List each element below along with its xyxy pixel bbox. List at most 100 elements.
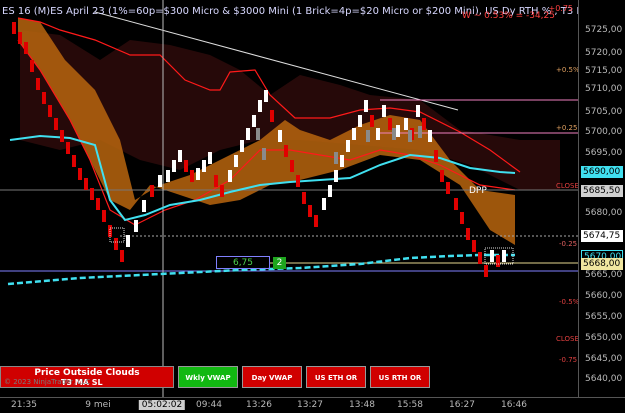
up-brick (228, 170, 232, 182)
y-tick: 5700,00 (585, 127, 623, 137)
wkly-vwap-button[interactable]: Wkly VWAP (178, 366, 238, 388)
level-plus-0-25: +0.25 (556, 124, 577, 132)
up-brick (208, 152, 212, 164)
up-brick (490, 250, 494, 262)
y-tick: 5715,00 (585, 66, 623, 76)
price-chart-area[interactable] (0, 0, 578, 397)
gray-brick (392, 128, 396, 140)
copyright-text: © 2023 NinjaTrader, LLC (4, 378, 91, 386)
down-brick (190, 170, 194, 182)
up-brick (234, 155, 238, 167)
down-brick (466, 228, 470, 240)
chart-canvas (0, 0, 578, 397)
down-brick (66, 142, 70, 154)
up-brick (358, 115, 362, 127)
y-tick: 5665,00 (585, 270, 623, 280)
level-plus-0-25-text: +0.25 (556, 124, 578, 132)
down-brick (42, 92, 46, 104)
down-brick (84, 178, 88, 190)
up-brick (376, 128, 380, 140)
up-brick (382, 105, 386, 117)
level-plus-0-5-text: +0.5% (556, 66, 580, 74)
y-tick: 5710,00 (585, 84, 623, 94)
x-tick-selected: 05:02:02 (138, 400, 186, 410)
down-brick (496, 255, 500, 267)
up-brick (396, 125, 400, 137)
y-tick: 5695,00 (585, 148, 623, 158)
down-brick (120, 250, 124, 262)
up-brick (404, 118, 408, 130)
pnl-readout: W ~ 0.53% = -34,25 (461, 11, 555, 21)
up-brick (258, 100, 262, 112)
up-brick (246, 128, 250, 140)
down-brick (388, 118, 392, 130)
dpp-label: DPP (469, 186, 487, 196)
down-brick (472, 240, 476, 252)
price-axis[interactable]: 5725,00 5720,00 5715,00 5710,00 5705,00 … (578, 0, 625, 397)
up-brick (416, 105, 420, 117)
down-brick (36, 78, 40, 90)
gray-brick (262, 148, 266, 160)
up-brick (240, 140, 244, 152)
down-brick (270, 110, 274, 122)
level-minus-0-5-text: -0.5% (559, 298, 580, 306)
down-brick (184, 160, 188, 172)
level-close-lower-text: CLOSE (556, 335, 579, 343)
gray-brick (418, 126, 422, 138)
down-brick (12, 22, 16, 34)
y-tick: 5705,00 (585, 107, 623, 117)
day-vwap-button[interactable]: Day VWAP (242, 366, 302, 388)
down-brick (308, 205, 312, 217)
down-brick (422, 118, 426, 130)
down-brick (460, 212, 464, 224)
level-plus-0-5: +0.5% (556, 66, 580, 74)
us-rth-or-button[interactable]: US RTH OR (370, 366, 430, 388)
up-brick (196, 168, 200, 180)
price-marker-yellow: 5668,00 (581, 258, 623, 270)
y-tick: 5650,00 (585, 333, 623, 343)
up-brick (158, 175, 162, 187)
up-brick (178, 150, 182, 162)
y-tick: 5640,00 (585, 374, 623, 384)
up-brick (142, 200, 146, 212)
down-brick (302, 192, 306, 204)
up-brick (252, 115, 256, 127)
down-brick (296, 175, 300, 187)
down-brick (440, 170, 444, 182)
y-tick: 5660,00 (585, 291, 623, 301)
up-brick (340, 155, 344, 167)
down-brick (30, 60, 34, 72)
y-tick: 5655,00 (585, 312, 623, 322)
up-brick (172, 160, 176, 172)
down-brick (214, 175, 218, 187)
x-tick: 15:58 (397, 400, 423, 410)
level-minus-0-25-text: -0.25 (559, 240, 578, 248)
down-brick (290, 160, 294, 172)
up-brick (278, 130, 282, 142)
x-tick: 9 mei (85, 400, 111, 410)
vwap-badge: 2 (273, 257, 286, 269)
price-marker-last: 5674,75 (581, 230, 623, 242)
down-brick (102, 210, 106, 222)
down-brick (484, 265, 488, 277)
up-brick (202, 160, 206, 172)
us-eth-or-button[interactable]: US ETH OR (306, 366, 366, 388)
gray-brick (334, 152, 338, 164)
up-brick (334, 170, 338, 182)
down-brick (454, 198, 458, 210)
x-tick: 16:27 (449, 400, 475, 410)
level-minus-0-75-text: -0.75 (559, 356, 578, 364)
down-brick (314, 215, 318, 227)
down-brick (72, 155, 76, 167)
time-axis[interactable]: 21:35 9 mei 05:02:02 09:44 13:26 13:27 1… (0, 397, 625, 413)
down-brick (78, 168, 82, 180)
y-tick: 5680,00 (585, 208, 623, 218)
gray-brick (256, 128, 260, 140)
level-minus-0-25: -0.25 (559, 240, 577, 248)
down-brick (434, 150, 438, 162)
down-brick (370, 115, 374, 127)
level-close-lower: CLOSE (556, 335, 579, 343)
down-brick (48, 105, 52, 117)
up-brick (364, 100, 368, 112)
y-tick: 5645,00 (585, 354, 623, 364)
